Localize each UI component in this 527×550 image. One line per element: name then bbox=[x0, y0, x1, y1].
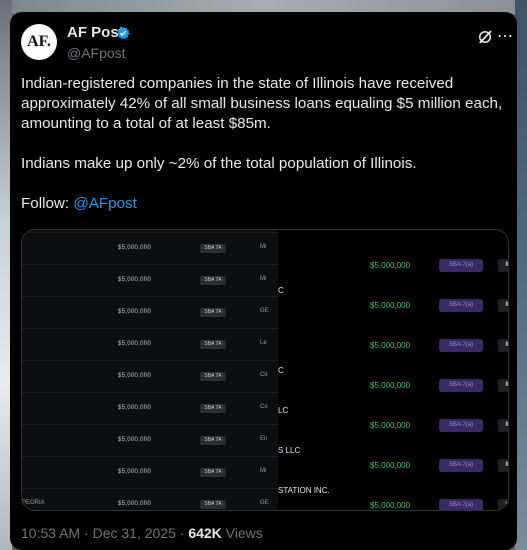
row-prefix: PEORIA bbox=[22, 500, 45, 506]
views-count: 642K bbox=[188, 525, 222, 541]
row-program-badge: SBA 7(a) bbox=[439, 419, 483, 432]
row-amount: $5,000,000 bbox=[370, 461, 411, 470]
row-name: Le bbox=[260, 340, 267, 346]
post-text: Indian-registered companies in the state… bbox=[21, 74, 509, 214]
left-table-row: PEORIA $5,000,000 SBA 7A GE bbox=[22, 488, 278, 510]
row-program: SBA 7A bbox=[200, 468, 226, 477]
follow-prefix: Follow: bbox=[21, 195, 74, 212]
left-table-row: $5,000,000 SBA 7A GE bbox=[22, 296, 278, 329]
row-amount: $5,000,000 bbox=[118, 501, 152, 507]
row-amount: $5,000,000 bbox=[370, 381, 411, 390]
row-name: Mi bbox=[260, 244, 267, 250]
row-state: IL bbox=[498, 499, 508, 510]
row-program: SBA 7A bbox=[200, 244, 226, 253]
row-program: SBA 7A bbox=[200, 276, 226, 285]
post-meta: 10:53 AM · Dec 31, 2025 · 642K Views bbox=[21, 525, 263, 541]
row-state: IL bbox=[498, 299, 508, 312]
row-amount: $5,000,000 bbox=[370, 261, 411, 270]
row-program: SBA 7A bbox=[200, 404, 226, 413]
row-program: SBA 7A bbox=[200, 308, 226, 317]
row-amount: $5,000,000 bbox=[118, 469, 152, 475]
row-name: C bbox=[278, 286, 284, 295]
row-name: Mi bbox=[260, 468, 267, 474]
row-amount: $5,000,000 bbox=[118, 373, 152, 379]
row-amount: $5,000,000 bbox=[118, 277, 152, 283]
post-time[interactable]: 10:53 AM · Dec 31, 2025 · bbox=[21, 525, 188, 541]
row-program-badge: SBA 7(a) bbox=[439, 379, 483, 392]
row-amount: $5,000,000 bbox=[370, 341, 411, 350]
avatar[interactable]: AF. bbox=[21, 24, 57, 60]
right-table-row: S LLC $5,000,000 SBA 7(a) IL bbox=[278, 446, 508, 486]
right-table-row: C $5,000,000 SBA 7(a) IL bbox=[278, 286, 508, 326]
row-state: IL bbox=[498, 339, 508, 352]
row-name: LC bbox=[278, 406, 289, 415]
avatar-text: AF. bbox=[27, 33, 51, 50]
row-program: SBA 7A bbox=[200, 436, 226, 445]
author-handle[interactable]: @AFpost bbox=[67, 45, 126, 61]
row-program: SBA 7A bbox=[200, 372, 226, 381]
row-program: SBA 7A bbox=[200, 500, 226, 509]
body-population: Indians make up only ~2% of the total po… bbox=[21, 155, 417, 172]
row-program-badge: SBA 7(a) bbox=[439, 339, 483, 352]
row-name: C bbox=[278, 366, 284, 375]
row-name: Mi bbox=[260, 276, 267, 282]
body-line-3: amounting to a total of at least $85m. bbox=[21, 115, 271, 132]
media-left-table: $5,000,000 SBA 7A Mi $5,000,000 SBA 7A Mi $5,0… bbox=[22, 230, 278, 510]
right-table-row: $5,000,000 SBA 7(a) IL bbox=[278, 326, 508, 366]
media-right-table: $5,000,000 SBA 7(a) IL C $5,000,000 SBA 7(a) I… bbox=[278, 230, 508, 510]
grok-icon[interactable] bbox=[476, 28, 494, 46]
row-state: IL bbox=[498, 259, 508, 272]
row-name: Cit bbox=[260, 372, 268, 378]
row-name: STATION INC. bbox=[278, 486, 330, 495]
row-program: SBA 7A bbox=[200, 340, 226, 349]
left-table-row: $5,000,000 SBA 7A Mi bbox=[22, 232, 278, 265]
verified-badge-icon bbox=[117, 26, 130, 40]
right-table-row: LC $5,000,000 SBA 7(a) IL bbox=[278, 406, 508, 446]
left-table-row: $5,000,000 SBA 7A Le bbox=[22, 328, 278, 361]
body-line-2: approximately 42% of all small business … bbox=[21, 95, 503, 112]
right-table-row: $5,000,000 SBA 7(a) IL bbox=[278, 246, 508, 286]
post-card[interactable]: AF. AF Post @AFpost ⋯ Indian-registered … bbox=[10, 12, 517, 550]
row-amount: $5,000,000 bbox=[118, 341, 152, 347]
left-table-row: $5,000,000 SBA 7A En bbox=[22, 424, 278, 457]
left-table-row: $5,000,000 SBA 7A Mi bbox=[22, 456, 278, 489]
row-amount: $5,000,000 bbox=[118, 245, 152, 251]
row-state: IL bbox=[498, 459, 508, 472]
media-image[interactable]: $5,000,000 SBA 7A Mi $5,000,000 SBA 7A Mi $5,0… bbox=[21, 229, 509, 511]
follow-link[interactable]: @AFpost bbox=[73, 195, 137, 212]
row-name: Co bbox=[260, 404, 268, 410]
body-line-1: Indian-registered companies in the state… bbox=[21, 75, 454, 92]
left-table-row: $5,000,000 SBA 7A Co bbox=[22, 392, 278, 425]
row-amount: $5,000,000 bbox=[370, 421, 411, 430]
row-name: En bbox=[260, 436, 268, 442]
right-table-row: STATION INC. $5,000,000 SBA 7(a) IL bbox=[278, 486, 508, 510]
row-amount: $5,000,000 bbox=[370, 501, 411, 510]
row-program-badge: SBA 7(a) bbox=[439, 499, 483, 510]
row-program-badge: SBA 7(a) bbox=[439, 259, 483, 272]
row-program-badge: SBA 7(a) bbox=[439, 299, 483, 312]
row-name: GE bbox=[260, 308, 269, 314]
follow-line: Follow: @AFpost bbox=[21, 194, 509, 214]
row-amount: $5,000,000 bbox=[118, 309, 152, 315]
row-state: IL bbox=[498, 419, 508, 432]
row-amount: $5,000,000 bbox=[118, 437, 152, 443]
row-program-badge: SBA 7(a) bbox=[439, 459, 483, 472]
row-name: S LLC bbox=[278, 446, 301, 455]
row-name: GE bbox=[260, 500, 269, 506]
left-table-row: $5,000,000 SBA 7A Cit bbox=[22, 360, 278, 393]
left-table-row: $5,000,000 SBA 7A Mi bbox=[22, 264, 278, 297]
row-state: IL bbox=[498, 379, 508, 392]
right-table-row: C $5,000,000 SBA 7(a) IL bbox=[278, 366, 508, 406]
more-icon[interactable]: ⋯ bbox=[497, 26, 514, 46]
row-amount: $5,000,000 bbox=[118, 405, 152, 411]
row-amount: $5,000,000 bbox=[370, 301, 411, 310]
views-label: Views bbox=[221, 525, 263, 541]
